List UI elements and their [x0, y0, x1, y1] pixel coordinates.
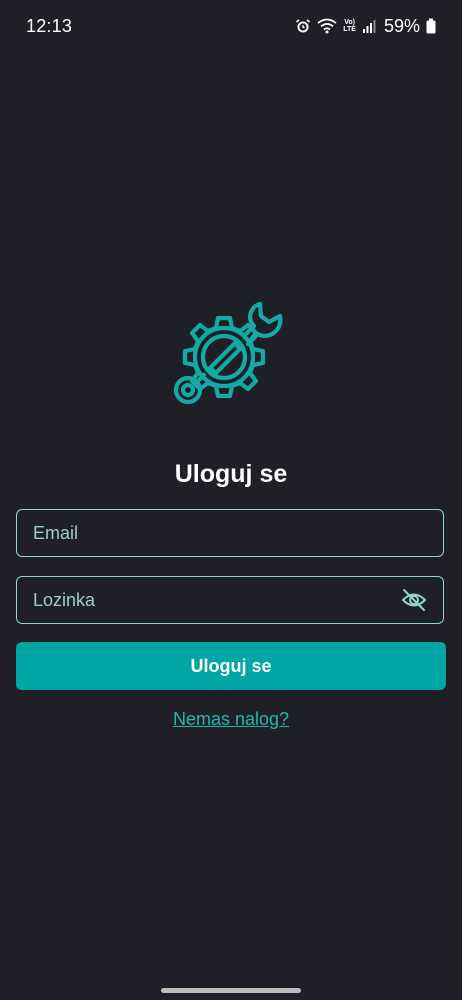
email-field-container: [16, 509, 444, 557]
email-field[interactable]: [33, 510, 393, 556]
volte-icon: Vo) LTE: [343, 19, 356, 33]
status-bar: 12:13 Vo) LTE 59%: [0, 0, 462, 52]
volte-label-top: Vo): [344, 19, 355, 26]
gear-wrench-icon: [164, 296, 296, 420]
alarm-icon: [295, 18, 311, 34]
password-field[interactable]: [33, 577, 393, 623]
register-link[interactable]: Nemas nalog?: [0, 709, 462, 730]
signal-icon: [362, 19, 376, 33]
page-title: Uloguj se: [174, 460, 288, 488]
eye-off-icon[interactable]: [401, 588, 427, 612]
wifi-icon: [317, 18, 337, 34]
status-icons: Vo) LTE 59%: [295, 14, 436, 38]
battery-percent: 59%: [383, 15, 420, 36]
login-button[interactable]: Uloguj se: [16, 642, 446, 690]
battery-icon: [426, 18, 436, 34]
volte-label-bottom: LTE: [343, 26, 356, 33]
status-time: 12:13: [26, 16, 73, 36]
password-field-container: [16, 576, 444, 624]
home-indicator[interactable]: [161, 988, 301, 993]
